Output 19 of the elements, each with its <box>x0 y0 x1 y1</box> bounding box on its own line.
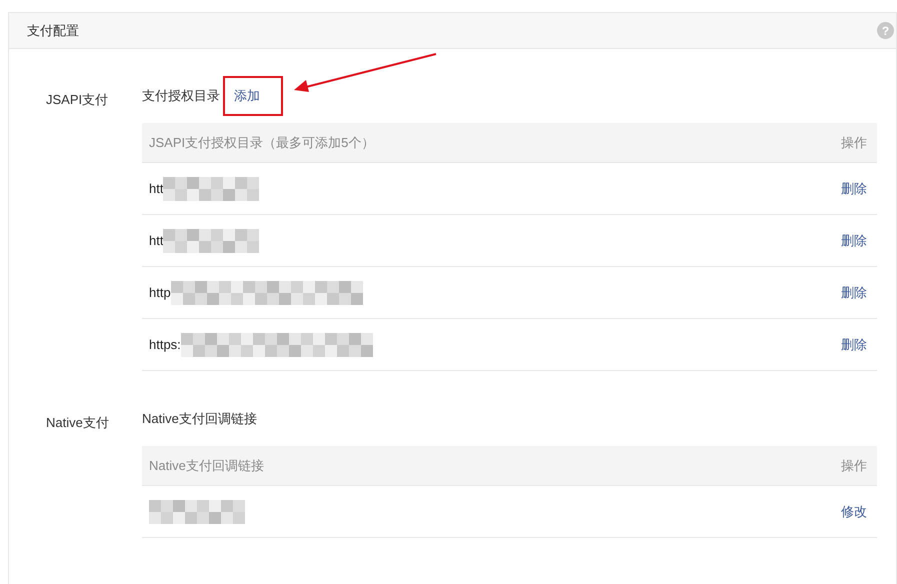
section-label: Native支付 <box>46 415 109 430</box>
section-label: JSAPI支付 <box>46 92 108 107</box>
url-text: htt <box>149 180 164 198</box>
row-action-link[interactable]: 删除 <box>841 334 867 354</box>
column-header: 操作 <box>841 456 867 475</box>
row-action-link[interactable]: 修改 <box>841 502 867 522</box>
url-text: https: <box>149 336 181 354</box>
row-action-link[interactable]: 删除 <box>841 178 867 198</box>
section-subtitle: 支付授权目录 <box>142 87 220 106</box>
add-link[interactable]: 添加 <box>223 76 283 116</box>
column-header: JSAPI支付授权目录（最多可添加5个） <box>149 134 374 152</box>
row-action-link[interactable]: 删除 <box>841 282 867 302</box>
column-header: 操作 <box>841 134 867 152</box>
section-subtitle: Native支付回调链接 <box>142 410 257 428</box>
row-action-link[interactable]: 删除 <box>841 230 867 250</box>
url-text: htt <box>149 232 164 250</box>
url-text: http <box>149 284 171 302</box>
panel-title: 支付配置 <box>27 22 79 40</box>
column-header: Native支付回调链接 <box>149 456 264 475</box>
